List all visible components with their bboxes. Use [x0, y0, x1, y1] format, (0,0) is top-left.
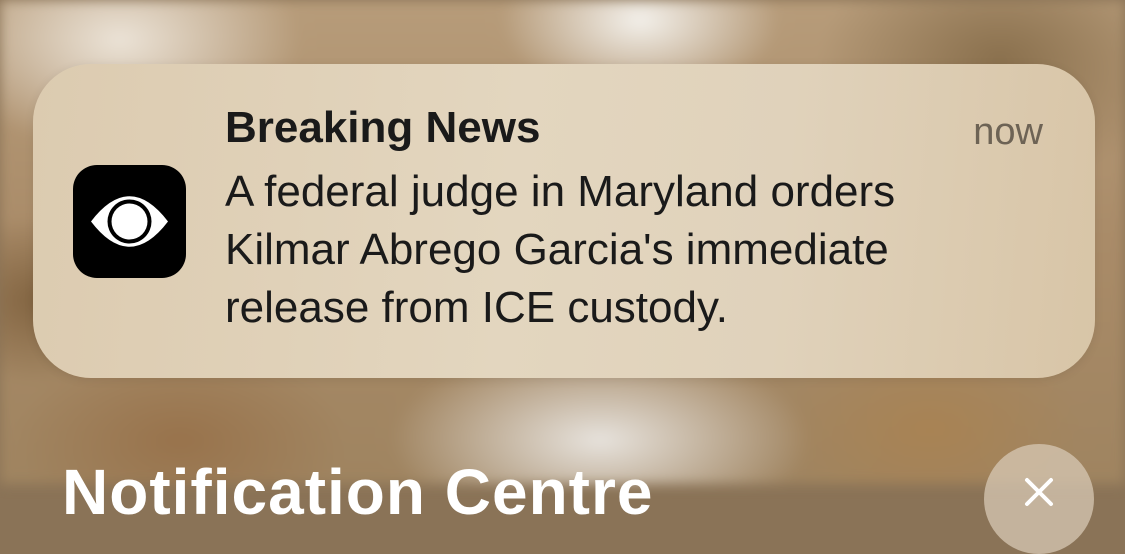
- notification-centre-header: Notification Centre: [62, 456, 654, 528]
- close-icon: [1025, 478, 1053, 506]
- cbs-eye-icon: [73, 165, 186, 278]
- message-line: Kilmar Abrego Garcia's immediate: [225, 225, 889, 274]
- message-line: release from ICE custody.: [225, 283, 728, 332]
- clear-notifications-button[interactable]: [984, 444, 1094, 554]
- notification-message: A federal judge in Maryland orders Kilma…: [225, 163, 1045, 337]
- notification-title: Breaking News: [225, 103, 541, 152]
- message-line: A federal judge in Maryland orders: [225, 167, 896, 216]
- notification-timestamp: now: [973, 111, 1043, 153]
